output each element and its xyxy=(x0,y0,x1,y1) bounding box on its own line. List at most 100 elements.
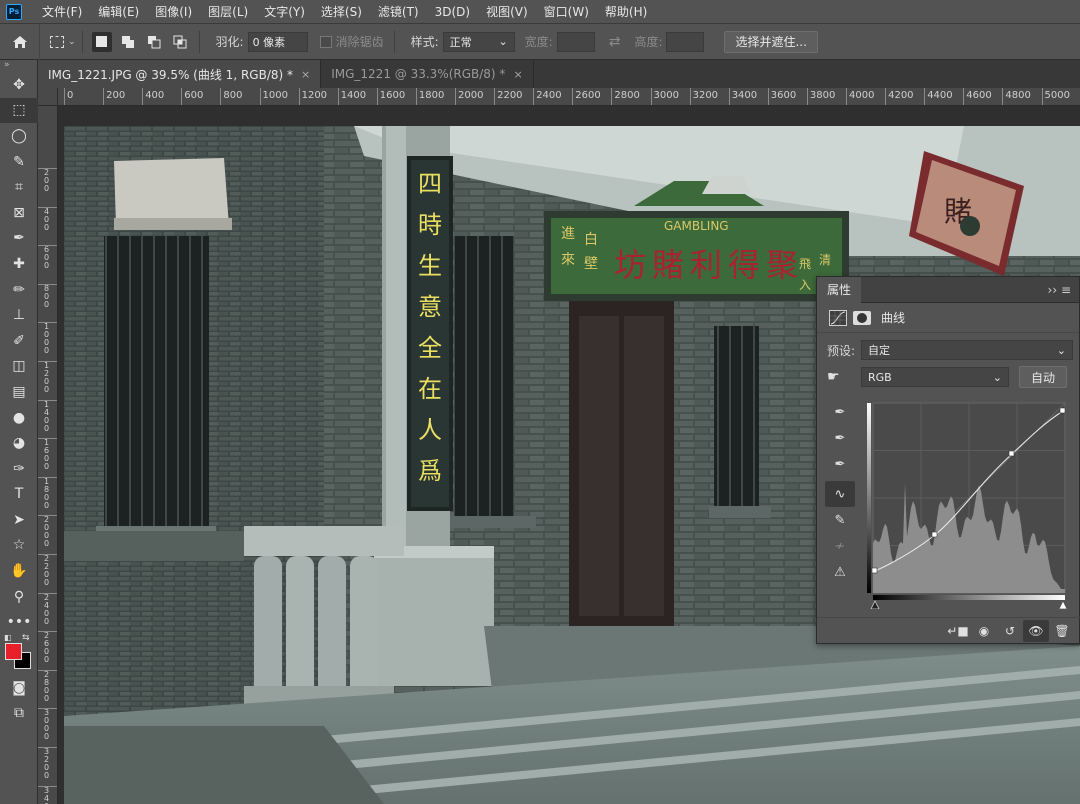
healing-icon[interactable]: ✚ xyxy=(0,251,38,277)
menu-3d[interactable]: 3D(D) xyxy=(427,5,478,19)
gray-point-eyedropper-icon[interactable]: ✒ xyxy=(825,425,855,451)
ruler-tick-label: 3200 xyxy=(689,88,718,105)
new-selection-button[interactable] xyxy=(91,31,112,52)
ruler-tick-label: 1600 xyxy=(376,88,405,105)
menu-filter[interactable]: 滤镜(T) xyxy=(370,3,427,20)
subtract-selection-button[interactable] xyxy=(144,32,164,52)
ruler-tick-label: 0 xyxy=(64,88,73,105)
properties-tab[interactable]: 属性 xyxy=(817,276,862,303)
brush-icon[interactable]: ✏ xyxy=(0,277,38,303)
ruler-tick-label: 1400 xyxy=(337,88,366,105)
zoom-icon[interactable]: ⚲ xyxy=(0,584,38,610)
pillar-character: 全 xyxy=(418,334,442,362)
sign-left-text-1: 進 xyxy=(561,226,575,242)
menu-window[interactable]: 窗口(W) xyxy=(536,3,597,20)
swap-dimensions-icon[interactable]: ⇄ xyxy=(609,34,621,50)
add-selection-button[interactable] xyxy=(118,32,138,52)
close-icon[interactable]: × xyxy=(513,68,522,81)
ruler-tick-label: 4800 xyxy=(1002,88,1031,105)
visibility-eye-icon[interactable]: 👁 xyxy=(1023,619,1049,642)
menu-select[interactable]: 选择(S) xyxy=(313,3,370,20)
eyedropper-icon[interactable]: ✒ xyxy=(0,226,38,252)
menu-view[interactable]: 视图(V) xyxy=(478,3,536,20)
clip-to-layer-icon[interactable]: ↵■ xyxy=(945,620,971,642)
document-canvas[interactable]: GAMBLING 坊賭利得聚 進 來 白 壁 清 飛 鉄 入 賭 四時生意全在人… xyxy=(58,106,1080,804)
move-icon[interactable]: ✥ xyxy=(0,72,38,98)
black-point-eyedropper-icon[interactable]: ✒ xyxy=(825,399,855,425)
blur-icon[interactable]: ● xyxy=(0,405,38,431)
marquee-icon[interactable]: ⬚ xyxy=(0,97,38,124)
ruler-corner[interactable] xyxy=(38,88,58,106)
pen-icon[interactable]: ✑ xyxy=(0,456,38,482)
history-brush-icon[interactable]: ✐ xyxy=(0,328,38,354)
foreground-color-swatch[interactable] xyxy=(5,643,22,661)
draw-pencil-icon[interactable]: ✎ xyxy=(825,507,855,533)
menu-edit[interactable]: 编辑(E) xyxy=(90,3,147,20)
preset-row: 预设: 自定 ⌄ xyxy=(817,337,1079,363)
panel-menu-icon[interactable]: ›› ≡ xyxy=(1048,283,1079,297)
edit-points-icon[interactable]: ∿ xyxy=(825,481,855,507)
more-icon[interactable]: ••• xyxy=(0,609,38,635)
screen-mode-icon[interactable]: ⧉ xyxy=(0,701,38,727)
frame-icon[interactable]: ⊠ xyxy=(0,200,38,226)
menu-image[interactable]: 图像(I) xyxy=(147,3,200,20)
rect-marquee-preset-icon[interactable] xyxy=(50,35,64,48)
white-point-eyedropper-icon[interactable]: ✒ xyxy=(825,451,855,477)
view-previous-state-icon[interactable]: ◉ xyxy=(971,620,997,642)
style-select[interactable]: 正常 ⌄ xyxy=(442,31,515,52)
menu-type[interactable]: 文字(Y) xyxy=(256,3,313,20)
shape-icon[interactable]: ☆ xyxy=(0,533,38,559)
quick-select-icon[interactable]: ✎ xyxy=(0,149,38,175)
ruler-left[interactable]: 2 0 0 4 0 0 6 0 0 8 0 0 1 0 0 0 1 2 0 0 1 4 0 … xyxy=(38,106,58,804)
path-select-icon[interactable]: ➤ xyxy=(0,507,38,533)
stamp-icon[interactable]: ⊥ xyxy=(0,302,38,328)
close-icon[interactable]: × xyxy=(301,68,310,81)
curves-graph[interactable] xyxy=(867,399,1067,609)
tab-img1221-jpg[interactable]: IMG_1221.JPG @ 39.5% (曲线 1, RGB/8) * × xyxy=(38,60,322,88)
crop-icon[interactable]: ⌗ xyxy=(0,174,38,200)
ruler-top[interactable]: 0 200 400 600 800 1000 1200 1400 1600 1800 2000 220… xyxy=(58,88,1080,106)
swap-colors-icon[interactable]: ⇆ xyxy=(22,633,30,643)
width-input[interactable] xyxy=(556,31,595,52)
clipping-warning-icon[interactable]: ⚠ xyxy=(825,559,855,585)
collapse-toolbar-icon[interactable]: » xyxy=(0,60,37,72)
ruler-tick-label: 3800 xyxy=(806,88,835,105)
type-icon[interactable]: T xyxy=(0,482,38,508)
dodge-icon[interactable]: ◕ xyxy=(0,430,38,456)
smooth-curve-icon[interactable]: ≁ xyxy=(825,533,855,559)
curves-icon[interactable] xyxy=(829,309,847,326)
intersect-selection-button[interactable] xyxy=(170,32,190,52)
quick-mask-icon[interactable]: ◙ xyxy=(0,675,38,701)
feather-input[interactable]: 0 像素 xyxy=(247,31,308,52)
height-input[interactable] xyxy=(666,31,705,52)
properties-panel: 属性 ›› ≡ 曲线 预设: 自定 ⌄ ☛ RGB ⌄ 自动 ✒ ✒ ✒ ∿ ✎… xyxy=(816,276,1080,644)
home-button[interactable] xyxy=(0,23,40,60)
chevron-down-icon[interactable]: ⌄ xyxy=(68,37,76,47)
tab-img1221[interactable]: IMG_1221 @ 33.3%(RGB/8) * × xyxy=(321,60,534,88)
antialias-checkbox[interactable] xyxy=(319,35,332,48)
channel-select[interactable]: RGB ⌄ xyxy=(861,367,1009,387)
pillar-character: 意 xyxy=(418,293,442,321)
preset-select[interactable]: 自定 ⌄ xyxy=(861,340,1073,360)
feather-label: 羽化: xyxy=(215,35,244,49)
eraser-icon[interactable]: ◫ xyxy=(0,354,38,380)
target-adjustment-hand-icon[interactable]: ☛ xyxy=(827,369,861,385)
reset-icon[interactable]: ↺ xyxy=(997,620,1023,642)
hand-icon[interactable]: ✋ xyxy=(0,558,38,584)
menu-file[interactable]: 文件(F) xyxy=(34,3,90,20)
default-colors-icon[interactable]: ◧ xyxy=(4,633,12,642)
gradient-icon[interactable]: ▤ xyxy=(0,379,38,405)
sign-left-text-4: 壁 xyxy=(584,256,598,272)
layer-mask-icon[interactable] xyxy=(853,310,871,325)
delete-trash-icon[interactable]: 🗑 xyxy=(1049,620,1075,642)
lasso-icon[interactable]: ◯ xyxy=(0,123,38,149)
menu-help[interactable]: 帮助(H) xyxy=(597,3,655,20)
select-and-mask-button[interactable]: 选择并遮住... xyxy=(724,30,818,53)
menu-layer[interactable]: 图层(L) xyxy=(200,3,256,20)
ruler-tick-label: 6 0 0 xyxy=(38,245,57,270)
new-selection-icon xyxy=(96,36,108,47)
channel-row: ☛ RGB ⌄ 自动 xyxy=(817,363,1079,391)
ruler-tick-label: 3 4 0 0 xyxy=(38,785,57,804)
auto-button[interactable]: 自动 xyxy=(1019,366,1067,388)
ruler-tick-label: 200 xyxy=(103,88,125,105)
